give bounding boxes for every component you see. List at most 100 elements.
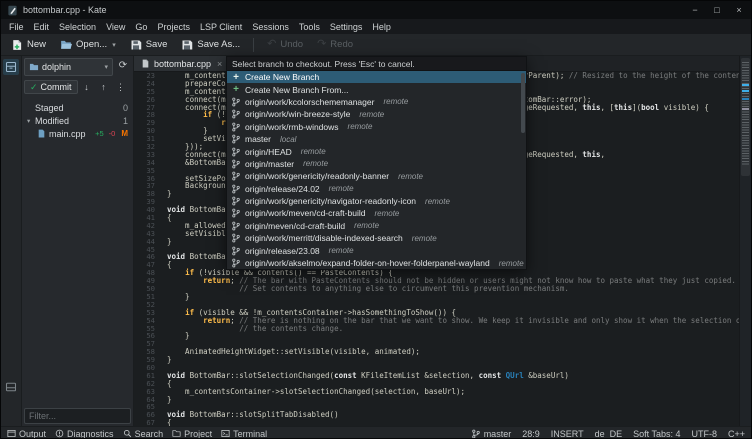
branch-label: origin/work/meven/cd-craft-build (245, 208, 365, 218)
branch-scope-tag: remote (383, 97, 408, 106)
statusbar-panel-label: Terminal (233, 429, 267, 439)
dictionary[interactable]: de_DE (595, 429, 623, 439)
save-button-label: Save (146, 39, 168, 50)
branch-scope-tag: remote (301, 147, 326, 156)
lines-removed-badge: -0 (109, 129, 116, 138)
cursor-position[interactable]: 28:9 (522, 429, 540, 439)
menu-sessions[interactable]: Sessions (247, 22, 294, 32)
statusbar-panel-terminal[interactable]: Terminal (221, 429, 267, 439)
output-icon (7, 429, 16, 438)
save-as-button[interactable]: Save As... (175, 37, 246, 53)
branch-item-origin-work-win-breeze-style[interactable]: origin/work/win-breeze-styleremote (227, 108, 526, 120)
git-file-main-cpp[interactable]: main.cpp+5-0M (24, 127, 131, 140)
branch-item-origin-work-genericity-readonly-banner[interactable]: origin/work/genericity/readonly-bannerre… (227, 170, 526, 182)
git-push-button[interactable]: ↑ (96, 79, 112, 95)
branch-label: origin/HEAD (245, 147, 292, 157)
branch-label: origin/master (245, 159, 294, 169)
maximize-button[interactable]: □ (711, 5, 723, 15)
tab-settings[interactable]: Soft Tabs: 4 (633, 429, 680, 439)
save-as-button-label: Save As... (197, 39, 240, 50)
statusbar-panel-search[interactable]: Search (123, 429, 164, 439)
branch-item-origin-master[interactable]: origin/masterremote (227, 158, 526, 170)
code-line: { (167, 419, 739, 426)
branch-item-origin-work-kcolorschememanager[interactable]: origin/work/kcolorschememanagerremote (227, 96, 526, 108)
git-pull-icon: ↓ (84, 83, 89, 92)
code-line: void BottomBar::slotSelectionChanged(con… (167, 372, 739, 380)
popup-scrollbar[interactable] (521, 73, 525, 133)
create-branch-item-create-new-branch[interactable]: +Create New Branch (227, 71, 526, 83)
branch-item-origin-meven-cd-craft-build[interactable]: origin/meven/cd-craft-buildremote (227, 220, 526, 232)
git-section-staged[interactable]: Staged0 (24, 101, 131, 114)
title-bar: bottombar.cpp - Kate − □ × (1, 1, 751, 19)
tab-bottombar-cpp[interactable]: bottombar.cpp × (134, 56, 230, 71)
minimize-button[interactable]: − (689, 5, 701, 15)
encoding[interactable]: UTF-8 (691, 429, 717, 439)
branch-label: origin/release/23.08 (245, 246, 320, 256)
toolbar-separator (253, 38, 254, 52)
git-branch-status-label: master (484, 429, 512, 439)
menu-settings[interactable]: Settings (325, 22, 368, 32)
redo-icon: ↷ (317, 39, 326, 50)
kate-app-icon (7, 5, 18, 16)
menu-projects[interactable]: Projects (152, 22, 195, 32)
git-status-tree: Staged0▾Modified1main.cpp+5-0M (24, 98, 131, 406)
branch-item-origin-release-23-08[interactable]: origin/release/23.08remote (227, 244, 526, 256)
branch-item-origin-work-meven-cd-craft-build[interactable]: origin/work/meven/cd-craft-build remote (227, 207, 526, 219)
menu-edit[interactable]: Edit (29, 22, 55, 32)
project-folder-icon (29, 62, 39, 72)
git-menu-button[interactable]: ⋮ (113, 79, 129, 95)
menu-help[interactable]: Help (367, 22, 396, 32)
create-branch-item-create-new-branch-from[interactable]: +Create New Branch From... (227, 83, 526, 95)
branch-scope-tag: remote (425, 197, 450, 206)
window-controls: − □ × (689, 5, 745, 15)
branch-label: origin/work/genericity/navigator-readonl… (245, 196, 416, 206)
commit-button[interactable]: ✓ Commit (24, 80, 78, 94)
menu-file[interactable]: File (4, 22, 29, 32)
statusbar-panel-project[interactable]: Project (172, 429, 212, 439)
input-mode-label: INSERT (551, 429, 584, 439)
statusbar-panel-label: Diagnostics (67, 429, 114, 439)
branch-scope-tag: remote (329, 184, 354, 193)
project-selector[interactable]: dolphin ▾ (24, 58, 113, 76)
encoding-label: UTF-8 (691, 429, 717, 439)
project-filter-input[interactable] (24, 408, 131, 424)
git-branch-status[interactable]: master (471, 429, 512, 439)
branch-item-origin-work-genericity-navigator-readonly-icon[interactable]: origin/work/genericity/navigator-readonl… (227, 195, 526, 207)
git-section-modified[interactable]: ▾Modified1 (24, 114, 131, 127)
lines-added-badge: +5 (95, 129, 104, 138)
undo-button: ↶Undo (261, 37, 309, 52)
branch-item-origin-work-rmb-windows[interactable]: origin/work/rmb-windowsremote (227, 121, 526, 133)
projects-sidebar-toggle[interactable] (3, 59, 19, 75)
syntax-mode[interactable]: C++ (728, 429, 745, 439)
documents-sidebar-toggle[interactable] (3, 379, 19, 395)
branch-item-origin-head[interactable]: origin/HEAD remote (227, 145, 526, 157)
branch-scope-tag: remote (499, 259, 524, 268)
close-button[interactable]: × (733, 5, 745, 15)
branch-label: origin/work/rmb-windows (245, 122, 339, 132)
statusbar-panel-output[interactable]: Output (7, 429, 46, 439)
branch-scope-tag: remote (398, 172, 423, 181)
menu-lsp-client[interactable]: LSP Client (195, 22, 247, 32)
refresh-button[interactable]: ⟳ (115, 58, 131, 74)
save-button[interactable]: Save (124, 37, 174, 53)
open-button[interactable]: Open...▾ (54, 37, 122, 53)
menu-selection[interactable]: Selection (54, 22, 101, 32)
branch-list: +Create New Branch+Create New Branch Fro… (227, 71, 526, 269)
menu-tools[interactable]: Tools (294, 22, 325, 32)
branch-item-origin-work-merritt-disable-indexed-search[interactable]: origin/work/merritt/disable-indexed-sear… (227, 232, 526, 244)
scrollbar-minimap[interactable] (739, 56, 751, 426)
branch-item-master[interactable]: masterlocal (227, 133, 526, 145)
dictionary-label: de_DE (595, 429, 623, 439)
branch-item-origin-release-24-02[interactable]: origin/release/24.02remote (227, 183, 526, 195)
new-button[interactable]: New (5, 37, 52, 53)
statusbar-panel-diagnostics[interactable]: Diagnostics (55, 429, 114, 439)
menu-view[interactable]: View (101, 22, 130, 32)
git-file-label: main.cpp (49, 129, 86, 139)
git-pull-button[interactable]: ↓ (79, 79, 95, 95)
input-mode[interactable]: INSERT (551, 429, 584, 439)
branch-scope-tag: remote (374, 209, 399, 218)
tab-close-icon[interactable]: × (217, 59, 222, 69)
branch-icon (231, 246, 241, 256)
menu-go[interactable]: Go (130, 22, 152, 32)
branch-item-origin-work-akselmo-expand-folder-on-hover-folderpanel-wayland[interactable]: origin/work/akselmo/expand-folder-on-hov… (227, 257, 526, 269)
